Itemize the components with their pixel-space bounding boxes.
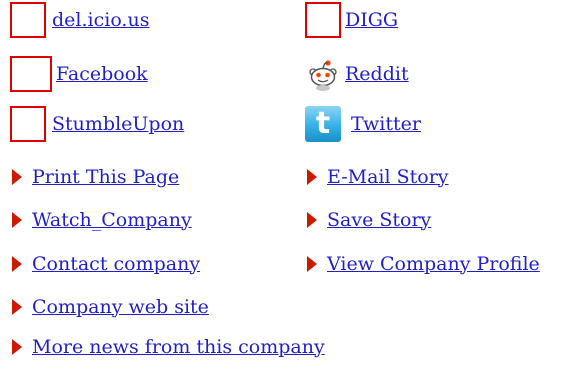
action-website[interactable]: Company web site	[10, 287, 209, 327]
red-arrow-bullet-icon	[12, 169, 22, 185]
share-stumbleupon[interactable]: StumbleUpon	[10, 104, 184, 144]
watch-company-link[interactable]: Watch_Company	[32, 210, 192, 230]
action-email[interactable]: E-Mail Story	[305, 157, 449, 197]
action-watch[interactable]: Watch_Company	[10, 200, 192, 240]
action-profile[interactable]: View Company Profile	[305, 244, 540, 284]
reddit-link[interactable]: Reddit	[345, 64, 409, 84]
red-arrow-bullet-icon	[12, 212, 22, 228]
share-digg[interactable]: DIGG	[305, 0, 398, 40]
stumbleupon-link[interactable]: StumbleUpon	[52, 114, 184, 134]
action-print[interactable]: Print This Page	[10, 157, 179, 197]
action-contact[interactable]: Contact company	[10, 244, 200, 284]
action-more-news[interactable]: More news from this company	[10, 327, 325, 367]
broken-image-icon	[305, 2, 341, 38]
reddit-alien-icon	[305, 56, 341, 92]
twitter-icon: t	[305, 106, 341, 142]
delicious-link[interactable]: del.icio.us	[52, 10, 149, 30]
twitter-link[interactable]: Twitter	[351, 114, 421, 134]
red-arrow-bullet-icon	[307, 256, 317, 272]
red-arrow-bullet-icon	[12, 299, 22, 315]
broken-image-icon	[10, 106, 46, 142]
digg-link[interactable]: DIGG	[345, 10, 398, 30]
more-news-link[interactable]: More news from this company	[32, 337, 325, 357]
contact-company-link[interactable]: Contact company	[32, 254, 200, 274]
broken-image-icon	[10, 2, 46, 38]
red-arrow-bullet-icon	[12, 339, 22, 355]
view-company-profile-link[interactable]: View Company Profile	[327, 254, 540, 274]
red-arrow-bullet-icon	[307, 212, 317, 228]
share-facebook[interactable]: Facebook	[10, 54, 148, 94]
facebook-link[interactable]: Facebook	[56, 64, 148, 84]
email-story-link[interactable]: E-Mail Story	[327, 167, 449, 187]
print-page-link[interactable]: Print This Page	[32, 167, 179, 187]
save-story-link[interactable]: Save Story	[327, 210, 431, 230]
share-reddit[interactable]: Reddit	[305, 54, 409, 94]
share-twitter[interactable]: t Twitter	[305, 104, 421, 144]
red-arrow-bullet-icon	[307, 169, 317, 185]
red-arrow-bullet-icon	[12, 256, 22, 272]
share-delicious[interactable]: del.icio.us	[10, 0, 149, 40]
company-website-link[interactable]: Company web site	[32, 297, 209, 317]
action-save[interactable]: Save Story	[305, 200, 431, 240]
broken-image-icon	[10, 56, 52, 92]
